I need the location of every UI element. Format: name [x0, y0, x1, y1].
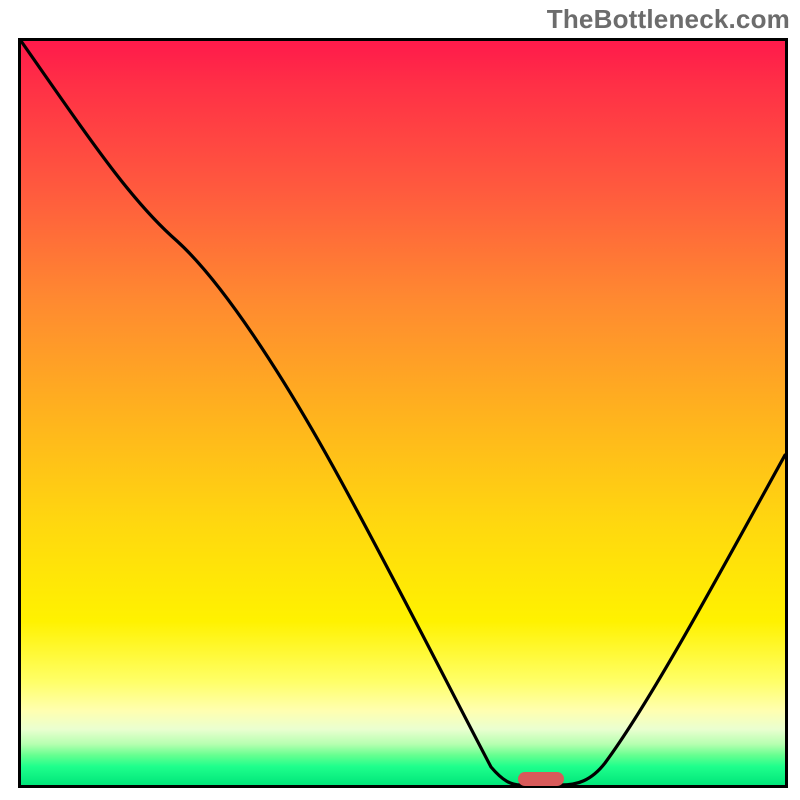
- plot-area: [18, 38, 788, 788]
- chart-container: TheBottleneck.com: [0, 0, 800, 800]
- bottleneck-curve: [21, 41, 785, 785]
- optimal-marker: [518, 772, 564, 786]
- watermark-text: TheBottleneck.com: [547, 4, 790, 35]
- curve-path: [21, 41, 785, 785]
